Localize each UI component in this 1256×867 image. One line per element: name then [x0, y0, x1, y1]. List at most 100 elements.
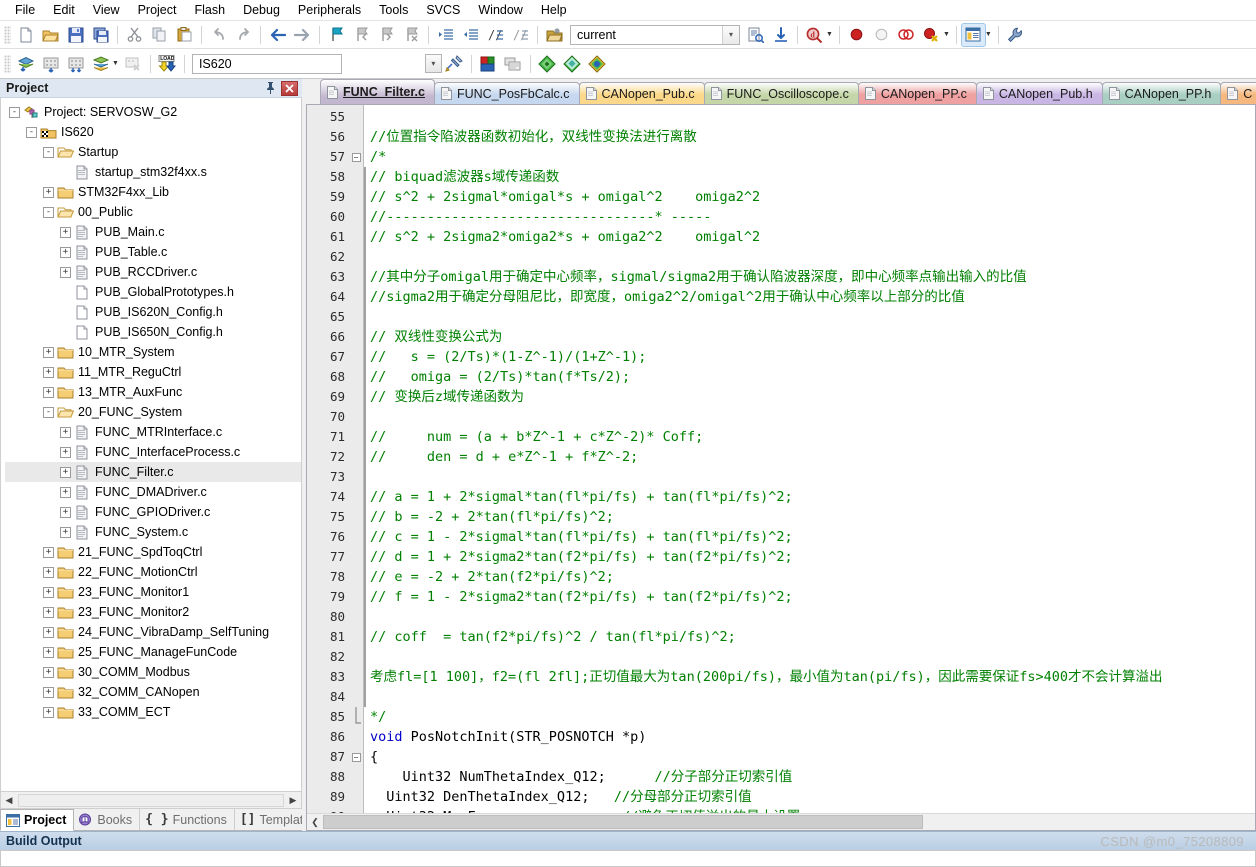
tree-item[interactable]: PUB_GlobalPrototypes.h	[5, 282, 301, 302]
tree-item[interactable]: + PUB_RCCDriver.c	[5, 262, 301, 282]
fold-cell[interactable]: −	[349, 747, 363, 767]
code-line[interactable]: // d = 1 + 2*sigma2*tan(f2*pi/fs) + tan(…	[364, 547, 1255, 567]
expand-icon[interactable]: +	[43, 346, 54, 358]
chevron-down-icon[interactable]: ▼	[985, 31, 992, 38]
save-all-icon[interactable]	[89, 24, 112, 46]
code-line[interactable]: //位置指令陷波器函数初始化，双线性变换法进行离散	[364, 127, 1255, 147]
bookmark-prev-icon[interactable]	[350, 24, 373, 46]
tree-item[interactable]: PUB_IS650N_Config.h	[5, 322, 301, 342]
chevron-down-icon[interactable]: ▼	[826, 31, 833, 38]
comment-icon[interactable]: //	[484, 24, 507, 46]
multi-project-icon[interactable]	[502, 53, 525, 75]
tree-item[interactable]: - Startup	[5, 142, 301, 162]
expand-icon[interactable]: +	[43, 666, 54, 678]
bookmark-toggle-icon[interactable]	[325, 24, 348, 46]
uncomment-icon[interactable]: //	[509, 24, 532, 46]
code-line[interactable]: //sigma2用于确定分母阻尼比，即宽度，omiga2^2/omigal^2用…	[364, 287, 1255, 307]
expand-icon[interactable]: +	[60, 266, 71, 278]
fold-cell[interactable]: −	[349, 147, 363, 167]
project-tree-hscrollbar[interactable]: ◀ ▶	[0, 792, 302, 809]
manage-window-layout-icon[interactable]	[960, 22, 986, 47]
collapse-icon[interactable]: -	[9, 106, 20, 118]
code-line[interactable]: Uint32 NumThetaIndex_Q12; //分子部分正切索引值	[364, 767, 1255, 787]
tree-item[interactable]: +33_COMM_ECT	[5, 702, 301, 722]
code-line[interactable]: // s^2 + 2sigma2*omiga2*s + omiga2^2 omi…	[364, 227, 1255, 247]
pane-tab-project[interactable]: Project	[0, 809, 75, 831]
undo-icon[interactable]	[207, 24, 230, 46]
tree-item[interactable]: startup_stm32f4xx.s	[5, 162, 301, 182]
code-line[interactable]: // num = (a + b*Z^-1 + c*Z^-2)* Coff;	[364, 427, 1255, 447]
tree-item[interactable]: +24_FUNC_VibraDamp_SelfTuning	[5, 622, 301, 642]
tree-item[interactable]: PUB_IS620N_Config.h	[5, 302, 301, 322]
expand-icon[interactable]: +	[43, 566, 54, 578]
code-line[interactable]: // s = (2/Ts)*(1-Z^-1)/(1+Z^-1);	[364, 347, 1255, 367]
toolbar-grip[interactable]	[4, 54, 11, 73]
editor-tab-c[interactable]: C	[1220, 82, 1256, 104]
code-line[interactable]: */	[364, 707, 1255, 727]
tree-item[interactable]: +22_FUNC_MotionCtrl	[5, 562, 301, 582]
bookmark-next-icon[interactable]	[375, 24, 398, 46]
tree-item[interactable]: +30_COMM_Modbus	[5, 662, 301, 682]
code-line[interactable]	[364, 247, 1255, 267]
tree-item[interactable]: + FUNC_Filter.c	[5, 462, 301, 482]
menu-item-flash[interactable]: Flash	[185, 1, 234, 19]
components-icon[interactable]	[536, 53, 559, 75]
stop-build-icon[interactable]	[122, 53, 145, 75]
code-line[interactable]: // 变换后z域传递函数为	[364, 387, 1255, 407]
code-line[interactable]: 考虑fl=[1 100]，f2=(fl 2fl];正切值最大为tan(200pi…	[364, 667, 1255, 687]
build-output-body[interactable]	[0, 850, 1256, 867]
pane-tab-books[interactable]: Books	[74, 809, 141, 830]
disable-breakpoint-icon[interactable]	[870, 24, 893, 46]
expand-icon[interactable]: +	[43, 546, 54, 558]
pane-tab-functions[interactable]: { } Functions	[140, 809, 235, 830]
hscroll-track[interactable]	[923, 814, 1255, 830]
expand-icon[interactable]: +	[60, 446, 71, 458]
code-line[interactable]: // e = -2 + 2*tan(f2*pi/fs)^2;	[364, 567, 1255, 587]
paste-icon[interactable]	[173, 24, 196, 46]
collapse-icon[interactable]: -	[43, 206, 54, 218]
editor-tab-canopen_pub-c[interactable]: CANopen_Pub.c	[578, 82, 705, 104]
code-line[interactable]: // coff = tan(f2*pi/fs)^2 / tan(fl*pi/fs…	[364, 627, 1255, 647]
tree-item[interactable]: + FUNC_InterfaceProcess.c	[5, 442, 301, 462]
load-icon[interactable]: LOAD	[156, 53, 179, 75]
expand-icon[interactable]: +	[43, 706, 54, 718]
expand-icon[interactable]: +	[43, 386, 54, 398]
cut-icon[interactable]	[123, 24, 146, 46]
find-combo[interactable]: current ▾	[570, 24, 740, 45]
collapse-block-icon[interactable]: −	[351, 152, 361, 162]
code-line[interactable]	[364, 107, 1255, 127]
navigate-forward-icon[interactable]	[291, 24, 314, 46]
disable-all-breakpoints-icon[interactable]	[920, 24, 943, 46]
code-line[interactable]: {	[364, 747, 1255, 767]
tree-item[interactable]: + FUNC_DMADriver.c	[5, 482, 301, 502]
code-line[interactable]	[364, 687, 1255, 707]
expand-icon[interactable]: +	[43, 646, 54, 658]
pin-icon[interactable]	[262, 81, 278, 96]
tree-item[interactable]: - 20_FUNC_System	[5, 402, 301, 422]
rebuild-icon[interactable]	[64, 53, 87, 75]
chevron-down-icon[interactable]: ▼	[112, 60, 119, 67]
hscroll-thumb[interactable]	[323, 815, 923, 829]
menu-item-tools[interactable]: Tools	[370, 1, 417, 19]
insert-breakpoint-icon[interactable]	[845, 24, 868, 46]
new-file-icon[interactable]	[14, 24, 37, 46]
tree-item[interactable]: - 00_Public	[5, 202, 301, 222]
code-line[interactable]	[364, 647, 1255, 667]
build-target-icon[interactable]	[14, 53, 37, 75]
menu-item-peripherals[interactable]: Peripherals	[289, 1, 370, 19]
menu-item-debug[interactable]: Debug	[234, 1, 289, 19]
code-line[interactable]	[364, 307, 1255, 327]
editor-tab-func_oscilloscope-c[interactable]: FUNC_Oscilloscope.c	[703, 82, 859, 104]
code-line[interactable]	[364, 607, 1255, 627]
collapse-icon[interactable]: -	[43, 406, 54, 418]
tree-item[interactable]: + PUB_Table.c	[5, 242, 301, 262]
expand-icon[interactable]: +	[60, 506, 71, 518]
pack-installer-icon[interactable]	[561, 53, 584, 75]
tree-item[interactable]: + FUNC_GPIODriver.c	[5, 502, 301, 522]
expand-icon[interactable]: +	[43, 686, 54, 698]
find-in-files-icon[interactable]	[744, 24, 767, 46]
run-utility-icon[interactable]	[586, 53, 609, 75]
editor-hscrollbar[interactable]: ❮	[307, 813, 1255, 830]
open-file-icon[interactable]	[39, 24, 62, 46]
code-line[interactable]	[364, 467, 1255, 487]
